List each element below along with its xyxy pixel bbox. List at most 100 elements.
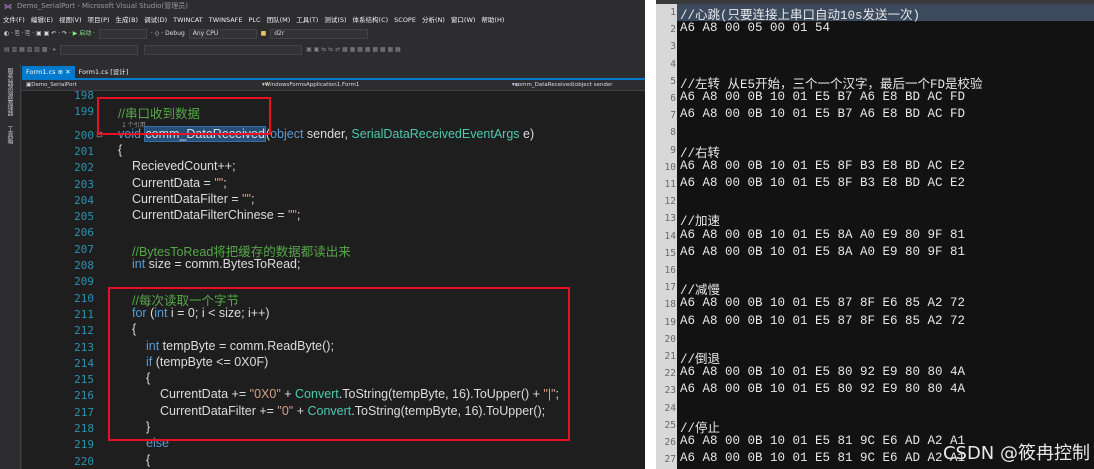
menu-item[interactable]: 工具(T): [296, 16, 318, 24]
menu-item[interactable]: 编辑(E): [31, 16, 53, 24]
nav-back-icon[interactable]: ◐ ·: [4, 30, 13, 37]
tab-form1-designer[interactable]: Form1.cs [设计]: [75, 66, 133, 78]
class-dropdown[interactable]: ▾ ✦ WindowsFormsApplication1.Form1: [262, 80, 359, 90]
line-number: 204: [74, 193, 94, 207]
menu-item[interactable]: 视图(V): [59, 16, 82, 24]
watermark: CSDN @筱冉控制: [942, 443, 1090, 464]
highlight-box-comment: [97, 97, 271, 135]
folder-icon: ■: [260, 30, 267, 37]
code-line: int size = comm.BytesToRead;: [132, 257, 301, 271]
line-number: 207: [74, 242, 94, 256]
code-line: RecievedCount++;: [132, 159, 236, 174]
highlight-box-loop: [108, 287, 570, 441]
line-number: 203: [74, 177, 94, 191]
hex-text-line: //减慢: [680, 284, 721, 299]
hex-line-number: 23: [664, 385, 676, 397]
hex-text-line: A6 A8 00 0B 10 01 E5 81 9C E6 AD A2 A1: [680, 434, 966, 448]
visual-studio-window: ⋈ Demo_SerialPort - Microsoft Visual Stud…: [0, 0, 645, 469]
line-number: 202: [74, 161, 94, 175]
hex-text-line: //右转: [680, 146, 721, 161]
menu-item[interactable]: TWINSAFE: [209, 16, 243, 24]
line-number: 215: [74, 373, 94, 387]
menu-item[interactable]: PLC: [249, 16, 261, 24]
menu-item[interactable]: 测试(S): [324, 16, 346, 24]
hex-line-number: 15: [664, 247, 676, 259]
member-dropdown[interactable]: ▾ ◈ comm_DataReceived(object sender: [512, 80, 613, 90]
hex-text-line: A6 A8 00 0B 10 01 E5 87 8F E6 85 A2 72: [680, 313, 966, 328]
line-number: 201: [74, 144, 94, 158]
hex-line-number: 18: [664, 299, 676, 311]
toolbar-2-icons[interactable]: ▤ ▥ ▦ ▧ ▨ ▩ · ▸: [4, 46, 56, 53]
line-number: 210: [74, 291, 94, 305]
toolbar-2-select[interactable]: [60, 44, 139, 55]
undo-icon[interactable]: ↶ · ↷ ·: [51, 30, 71, 37]
menu-item[interactable]: 项目(P): [88, 16, 110, 24]
code-line: CurrentData = "";: [132, 175, 227, 190]
code-line: {: [146, 452, 151, 467]
platform-select[interactable]: Any CPU: [188, 28, 257, 39]
menu-item[interactable]: 团队(M): [267, 16, 291, 24]
hex-text-line: A6 A8 00 0B 10 01 E5 8F B3 E8 BD AC E2: [680, 176, 966, 190]
toolbar-2-icons-b[interactable]: ▣ ▣ ⇆ ⇆ ⇄ ▦ ▦ ▦ ▦ ▦ ▦ ▦ ▦: [306, 46, 401, 53]
project-select[interactable]: d2r: [270, 28, 369, 39]
menu-item[interactable]: TWINCAT: [173, 16, 203, 24]
hex-line-number: 14: [664, 230, 676, 242]
line-number: 219: [74, 438, 94, 452]
server-explorer-tab[interactable]: 服务器资源管理器: [6, 68, 14, 116]
hex-text-line: A6 A8 00 0B 10 01 E5 B7 A6 E8 BD AC FD: [680, 107, 966, 122]
new-item-icon[interactable]: ⎘ · ⎘ ·: [15, 30, 34, 37]
menu-item[interactable]: 窗口(W): [451, 16, 476, 24]
toolbar-2-select-2[interactable]: [144, 44, 303, 55]
menu-item[interactable]: SCOPE: [394, 16, 416, 24]
vs-side-toolwindows: 服务器资源管理器 工具箱: [0, 64, 21, 469]
project-dropdown[interactable]: ▣ Demo_SerialPort: [26, 80, 77, 90]
hex-text-line: A6 A8 00 0B 10 01 E5 81 9C E6 AD A2 A1: [680, 451, 966, 466]
save-icon[interactable]: ▣ ▣: [36, 30, 49, 37]
hex-line-number: 16: [664, 265, 676, 276]
toolbox-tab[interactable]: 工具箱: [6, 126, 14, 144]
hex-text-line: //心跳(只要连接上串口自动10s发送一次): [680, 9, 921, 23]
config-dropdown-label[interactable]: · ◇ · Debug: [151, 30, 185, 37]
code-line: {: [118, 142, 123, 157]
hex-line-number: 12: [664, 196, 676, 208]
hex-line-number: 17: [664, 282, 676, 294]
hex-line-number: 8: [670, 127, 676, 139]
hex-line-number: 9: [670, 144, 676, 156]
hex-line-number: 25: [664, 419, 676, 431]
hex-text-line: //倒退: [680, 353, 721, 367]
vs-toolbar-2: ▤ ▥ ▦ ▧ ▨ ▩ · ▸ ▣ ▣ ⇆ ⇆ ⇄ ▦ ▦ ▦ ▦ ▦ ▦ ▦ …: [0, 44, 645, 56]
hex-line-number: 5: [670, 75, 676, 87]
hex-line-number: 4: [670, 58, 676, 70]
line-number: 208: [74, 259, 94, 272]
tab-form1-cs[interactable]: Form1.cs ⊕ ✕: [22, 66, 75, 78]
menu-item[interactable]: 调试(D): [144, 16, 167, 24]
line-number: 213: [74, 340, 94, 354]
line-number: 206: [74, 226, 94, 240]
vs-logo-icon: ⋈: [4, 2, 12, 11]
line-number: 216: [74, 389, 94, 403]
document-tabs: Form1.cs ⊕ ✕ Form1.cs [设计]: [22, 66, 645, 80]
line-number: 205: [74, 210, 94, 224]
line-number: 200: [74, 128, 94, 142]
line-number: 198: [74, 91, 94, 102]
menu-item[interactable]: 文件(F): [3, 16, 25, 24]
line-number: 209: [74, 275, 94, 289]
pin-icon[interactable]: ⊕: [58, 68, 63, 76]
code-navigation-bar: ▣ Demo_SerialPort ▾ ✦ WindowsFormsApplic…: [22, 80, 645, 91]
line-number: 220: [74, 454, 94, 468]
hex-line-number: 20: [664, 333, 676, 345]
config-select[interactable]: [99, 28, 147, 39]
menu-item[interactable]: 分析(N): [422, 16, 445, 24]
start-button[interactable]: ▶ 启动 ·: [73, 30, 95, 37]
line-number: 212: [74, 324, 94, 338]
hex-line-number: 19: [664, 316, 676, 328]
hex-text-line: A6 A8 00 0B 10 01 E5 80 92 E9 80 80 4A: [680, 382, 966, 397]
close-icon[interactable]: ✕: [65, 68, 70, 76]
hex-text-line: A6 A8 00 0B 10 01 E5 87 8F E6 85 A2 72: [680, 296, 966, 311]
code-editor[interactable]: 198 199//串口收到数据 200 ⊟ 1 个引用 void comm_DataRec…: [22, 91, 645, 469]
hex-text-line: A6 A8 00 05 00 01 54: [680, 21, 831, 36]
menu-item[interactable]: 体系结构(C): [353, 16, 389, 24]
menu-item[interactable]: 帮助(H): [481, 16, 504, 24]
hex-line-number: 22: [664, 368, 676, 380]
menu-item[interactable]: 生成(B): [116, 16, 139, 24]
